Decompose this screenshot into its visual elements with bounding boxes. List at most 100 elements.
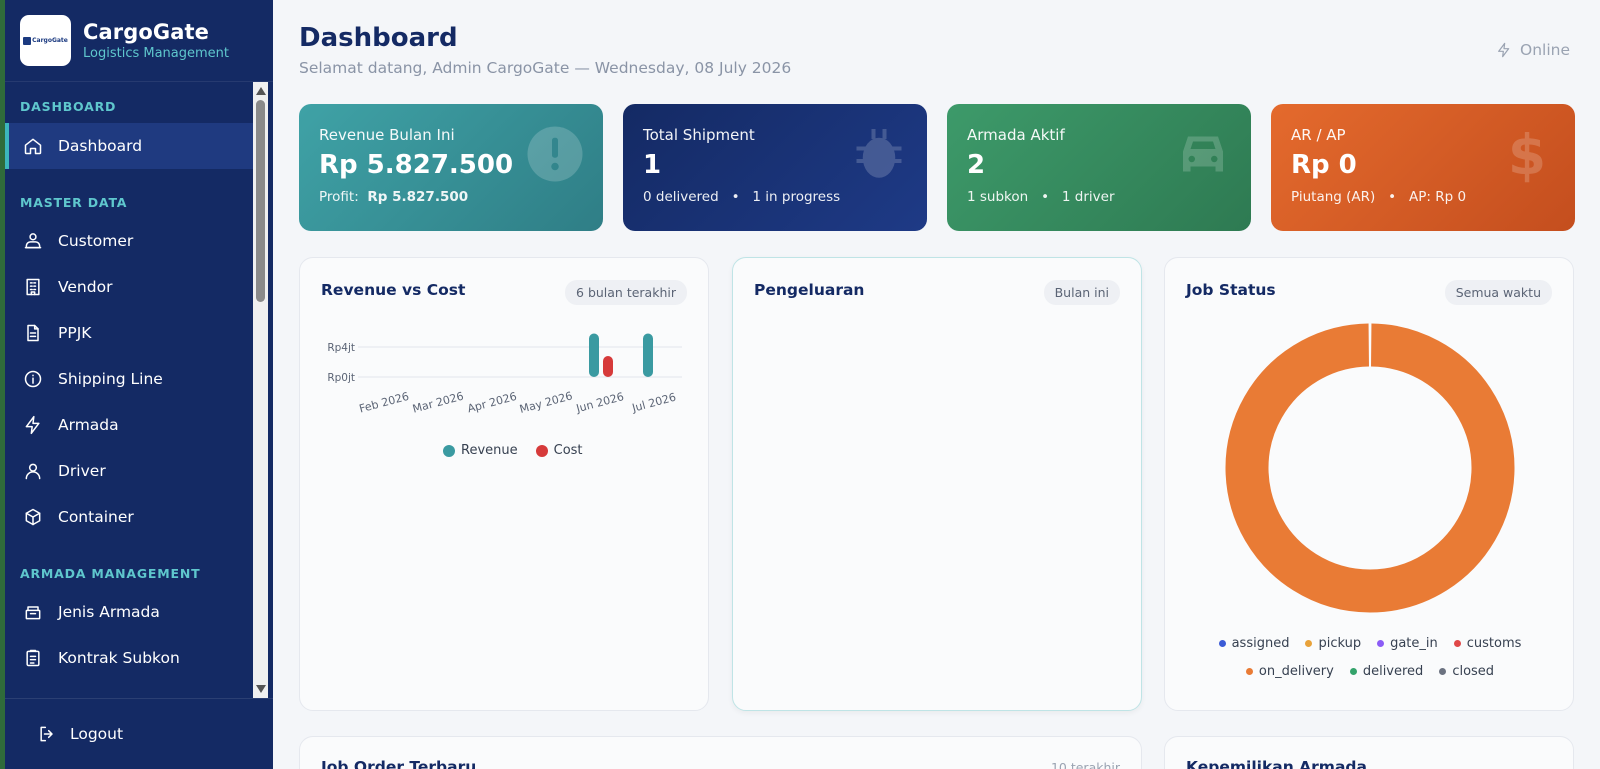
period-badge[interactable]: Semua waktu bbox=[1444, 280, 1552, 305]
sidebar-item-label: Armada bbox=[58, 416, 119, 434]
sidebar-item-vendor[interactable]: Vendor bbox=[5, 264, 258, 310]
page-subtitle: Selamat datang, Admin CargoGate — Wednes… bbox=[299, 59, 792, 77]
legend-label: Revenue bbox=[461, 443, 518, 458]
sidebar-item-label: Container bbox=[58, 508, 134, 526]
bug-icon bbox=[849, 124, 909, 184]
dollar-icon: $ bbox=[1497, 123, 1557, 187]
legend-item[interactable]: pickup bbox=[1305, 636, 1361, 651]
legend-swatch bbox=[1453, 640, 1461, 647]
count-badge: 10 terakhir bbox=[1050, 760, 1120, 769]
home-icon bbox=[22, 135, 44, 157]
legend-item[interactable]: Revenue bbox=[443, 443, 518, 458]
legend-item[interactable]: Cost bbox=[535, 443, 583, 458]
nav-section-dashboard: DASHBOARD bbox=[20, 99, 117, 114]
scroll-up-arrow-icon[interactable] bbox=[256, 87, 266, 95]
sidebar-item-customer[interactable]: Customer bbox=[5, 218, 258, 264]
card-title: Pengeluaran bbox=[754, 281, 865, 299]
delivered-count: 0 delivered bbox=[643, 189, 719, 205]
sidebar-item-dashboard[interactable]: Dashboard bbox=[5, 123, 258, 169]
logo-mark-icon bbox=[23, 36, 32, 45]
legend-item[interactable]: gate_in bbox=[1377, 636, 1438, 651]
y-tick-label: Rp4jt bbox=[327, 342, 355, 354]
logout-button[interactable]: Logout bbox=[5, 698, 273, 769]
bar-revenue[interactable] bbox=[643, 333, 653, 378]
job-status-card: Job Status Semua waktu assigned pickup gat… bbox=[1164, 257, 1574, 711]
stat-card-ar-ap[interactable]: AR / AP Rp 0 Piutang (AR) • AP: Rp 0 $ bbox=[1271, 104, 1575, 231]
nav-section-armada-management: ARMADA MANAGEMENT bbox=[20, 566, 201, 581]
online-status-label: Online bbox=[1520, 41, 1570, 59]
sidebar-item-label: Jenis Armada bbox=[58, 603, 160, 621]
car-icon bbox=[1173, 124, 1233, 184]
legend-label: delivered bbox=[1362, 664, 1424, 679]
legend-label: gate_in bbox=[1390, 636, 1438, 651]
legend-swatch bbox=[1245, 668, 1253, 675]
donut-legend-row-2: on_delivery delivered closed bbox=[1165, 664, 1575, 679]
bolt-icon bbox=[22, 414, 44, 436]
period-badge[interactable]: 6 bulan terakhir bbox=[565, 280, 687, 305]
revenue-cost-chart: Rp0jt Rp4jt Feb 2026 Mar 2026 Apr 2026 May 20… bbox=[327, 333, 682, 416]
legend-swatch bbox=[1349, 668, 1357, 675]
legend-swatch bbox=[1305, 640, 1313, 647]
sidebar-item-shipping-line[interactable]: Shipping Line bbox=[5, 356, 258, 402]
legend-label: on_delivery bbox=[1258, 664, 1334, 679]
scrollbar-thumb[interactable] bbox=[256, 100, 265, 302]
archive-icon bbox=[22, 601, 44, 623]
x-tick-label: Mar 2026 bbox=[411, 390, 465, 416]
legend-label: customs bbox=[1466, 636, 1522, 651]
legend-label: pickup bbox=[1318, 636, 1362, 651]
legend-item[interactable]: customs bbox=[1453, 636, 1522, 651]
legend-swatch bbox=[535, 444, 548, 457]
legend-swatch bbox=[443, 444, 455, 457]
nav-section-master-data: MASTER DATA bbox=[20, 195, 128, 210]
x-tick-label: Jul 2026 bbox=[630, 391, 678, 415]
card-title: Job Order Terbaru bbox=[321, 758, 477, 769]
separator: • bbox=[731, 189, 740, 205]
sidebar-item-label: Driver bbox=[58, 462, 106, 480]
chart-legend: Revenue Cost bbox=[443, 443, 583, 458]
sidebar-item-label: Shipping Line bbox=[58, 370, 163, 388]
brand[interactable]: CargoGate CargoGate Logistics Management bbox=[5, 0, 273, 82]
document-icon bbox=[22, 322, 44, 344]
brand-logo: CargoGate bbox=[20, 15, 71, 66]
legend-swatch bbox=[1439, 668, 1447, 675]
sidebar-item-ppjk[interactable]: PPJK bbox=[5, 310, 258, 356]
scroll-down-arrow-icon[interactable] bbox=[256, 685, 266, 693]
legend-item[interactable]: on_delivery bbox=[1245, 664, 1334, 679]
sidebar-item-label: Kontrak Subkon bbox=[58, 649, 180, 667]
in-progress-count: 1 in progress bbox=[752, 189, 841, 205]
job-order-terbaru-card: Job Order Terbaru 10 terakhir bbox=[299, 736, 1142, 769]
separator: • bbox=[1041, 189, 1050, 205]
sidebar-item-kontrak-subkon[interactable]: Kontrak Subkon bbox=[5, 635, 258, 681]
info-icon bbox=[22, 368, 44, 390]
period-badge[interactable]: Bulan ini bbox=[1043, 280, 1120, 305]
ar-label: Piutang (AR) bbox=[1291, 189, 1376, 205]
legend-swatch bbox=[1218, 640, 1226, 647]
logout-label: Logout bbox=[70, 725, 124, 743]
bar-revenue[interactable] bbox=[589, 333, 599, 378]
legend-label: assigned bbox=[1231, 636, 1290, 651]
sidebar-scrollbar[interactable] bbox=[253, 82, 268, 698]
sidebar-item-jenis-armada[interactable]: Jenis Armada bbox=[5, 589, 258, 635]
stat-sub: Profit: Rp 5.827.500 bbox=[319, 189, 583, 205]
sidebar: CargoGate CargoGate Logistics Management… bbox=[5, 0, 273, 769]
bar-cost[interactable] bbox=[603, 356, 613, 377]
stat-sub: 0 delivered • 1 in progress bbox=[643, 189, 907, 205]
legend-item[interactable]: closed bbox=[1439, 664, 1494, 679]
alert-circle-icon bbox=[525, 124, 585, 184]
stat-card-armada[interactable]: Armada Aktif 2 1 subkon • 1 driver bbox=[947, 104, 1251, 231]
card-title: Kepemilikan Armada bbox=[1186, 758, 1367, 769]
stat-card-shipment[interactable]: Total Shipment 1 0 delivered • 1 in prog… bbox=[623, 104, 927, 231]
donut-slice-on_delivery[interactable] bbox=[1225, 323, 1515, 613]
sidebar-nav: DASHBOARD Dashboard MASTER DATA Customer… bbox=[5, 82, 273, 698]
page-title: Dashboard bbox=[299, 23, 458, 53]
sidebar-item-armada[interactable]: Armada bbox=[5, 402, 258, 448]
stat-card-revenue[interactable]: Revenue Bulan Ini Rp 5.827.500 Profit: R… bbox=[299, 104, 603, 231]
legend-item[interactable]: delivered bbox=[1349, 664, 1424, 679]
svg-text:$: $ bbox=[1508, 124, 1546, 184]
sidebar-item-container[interactable]: Container bbox=[5, 494, 258, 540]
card-title: Revenue vs Cost bbox=[321, 281, 466, 299]
sidebar-item-driver[interactable]: Driver bbox=[5, 448, 258, 494]
legend-item[interactable]: assigned bbox=[1218, 636, 1290, 651]
card-title: Job Status bbox=[1186, 281, 1276, 299]
sidebar-item-label: Vendor bbox=[58, 278, 113, 296]
